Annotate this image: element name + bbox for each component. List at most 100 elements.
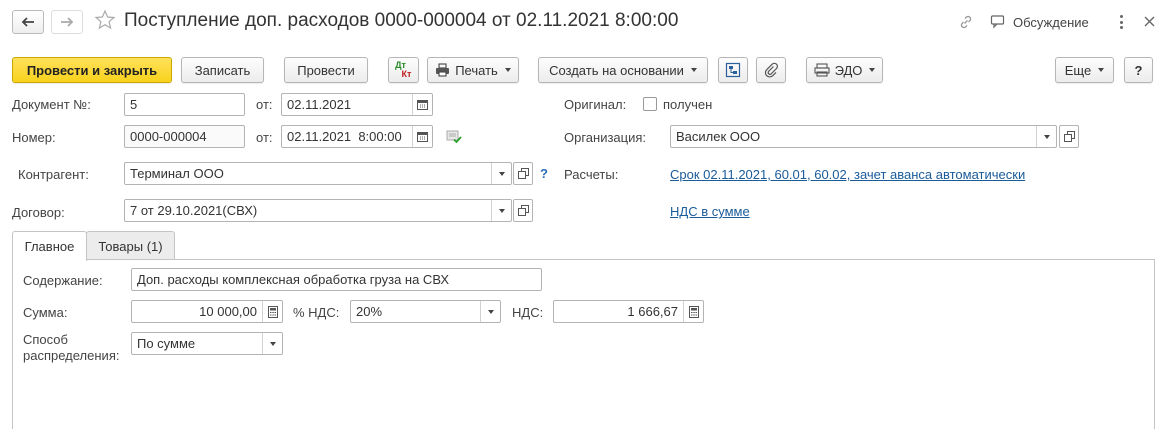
organization-label: Организация: [564,130,647,145]
number-field[interactable]: 0000-000004 [124,125,245,148]
vat-rate-label: % НДС: [293,305,340,320]
sum-label: Сумма: [23,305,68,320]
chevron-down-icon [1098,68,1105,72]
dt-kt-button[interactable]: Дт Кт [388,57,419,83]
edo-label: ЭДО [834,62,863,78]
post-button[interactable]: Провести [284,57,368,83]
contract-value: 7 от 29.10.2021(СВХ) [130,203,258,218]
counterparty-dropdown[interactable] [491,163,511,184]
discussion-button[interactable]: Обсуждение [990,14,1089,30]
close-icon[interactable] [1144,16,1155,27]
contract-label: Договор: [12,205,65,220]
edo-button[interactable]: ЭДО [806,57,883,83]
open-form-icon [1063,131,1075,142]
page-title: Поступление доп. расходов 0000-000004 от… [124,10,679,31]
create-based-on-button[interactable]: Создать на основании [538,57,708,83]
settlements-link[interactable]: Срок 02.11.2021, 60.01, 60.02, зачет ава… [670,167,1025,182]
attach-button[interactable] [756,57,786,83]
arrow-right-icon [61,17,74,27]
number-value: 0000-000004 [130,129,207,144]
print-button[interactable]: Печать [427,57,519,83]
more-button[interactable]: Еще [1055,57,1114,83]
document-number-value: 5 [130,97,138,112]
content-label: Содержание: [23,273,103,288]
vat-rate-field[interactable]: 20% [350,300,501,323]
organization-value: Василек ООО [676,129,761,144]
edo-icon [814,63,830,77]
help-button[interactable]: ? [1124,57,1153,83]
contract-field[interactable]: 7 от 29.10.2021(СВХ) [124,199,512,222]
calculator-icon[interactable] [262,301,282,322]
chevron-down-icon [504,68,511,72]
counterparty-label: Контрагент: [18,167,89,182]
calendar-icon[interactable] [412,94,432,115]
sum-field[interactable]: 10 000,00 [131,300,283,323]
received-checkbox[interactable] [643,97,657,111]
vat-value: 1 666,67 [627,304,678,319]
contract-open-button[interactable] [513,199,533,222]
tab-main[interactable]: Главное [12,231,87,261]
calendar-icon[interactable] [412,126,432,147]
counterparty-value: Терминал ООО [130,166,224,181]
organization-dropdown[interactable] [1036,126,1056,147]
distribution-method-value: По сумме [137,336,196,351]
tab-goods[interactable]: Товары (1) [86,231,175,260]
chat-icon [990,15,1005,29]
counterparty-open-button[interactable] [513,162,533,185]
chevron-down-icon [498,208,505,213]
arrow-left-icon [21,17,34,27]
open-form-icon [517,205,529,216]
document-date-field[interactable]: 02.11.2021 [281,93,433,116]
discussion-label: Обсуждение [1013,14,1089,30]
posted-document-icon[interactable] [446,130,462,144]
document-date-value: 02.11.2021 [287,97,352,112]
content-field[interactable]: Доп. расходы комплексная обработка груза… [131,268,542,291]
settlements-label: Расчеты: [564,167,619,182]
favorite-star-icon[interactable] [94,9,116,31]
original-label: Оригинал: [564,97,627,112]
number-datetime-field[interactable]: 02.11.2021 8:00:00 [281,125,433,148]
distribution-method-field[interactable]: По сумме [131,332,283,355]
save-button[interactable]: Записать [181,57,264,83]
number-label: Номер: [12,130,56,145]
document-date-label: от: [256,97,273,112]
document-number-label: Документ №: [12,97,91,112]
vat-in-amount-link[interactable]: НДС в сумме [670,204,750,219]
organization-open-button[interactable] [1059,125,1079,148]
chevron-down-icon [869,68,876,72]
distribution-method-label: Способ распределения: [23,332,119,364]
chevron-down-icon [690,68,697,72]
chevron-down-icon [487,309,494,314]
organization-field[interactable]: Василек ООО [670,125,1057,148]
vat-rate-dropdown[interactable] [480,301,500,322]
vat-rate-value: 20% [356,304,383,319]
distribution-method-label-line1: Способ [23,332,68,347]
open-form-icon [517,168,529,179]
structure-button[interactable] [718,57,748,83]
document-number-field[interactable]: 5 [124,93,245,116]
sum-value: 10 000,00 [199,304,257,319]
print-label: Печать [455,62,498,78]
counterparty-help-icon[interactable]: ? [540,166,548,181]
calculator-icon[interactable] [683,301,703,322]
vat-label: НДС: [512,305,544,320]
kebab-menu-icon[interactable] [1113,12,1129,32]
document-structure-icon [725,62,741,78]
chevron-down-icon [269,341,276,346]
contract-dropdown[interactable] [491,200,511,221]
post-and-close-button[interactable]: Провести и закрыть [12,57,172,83]
kt-label: Кт [401,69,412,79]
vat-field[interactable]: 1 666,67 [553,300,704,323]
received-label: получен [663,97,713,112]
forward-button[interactable] [51,10,83,34]
content-value: Доп. расходы комплексная обработка груза… [137,272,450,287]
link-icon[interactable] [958,14,974,30]
create-based-on-label: Создать на основании [549,62,684,78]
counterparty-field[interactable]: Терминал ООО [124,162,512,185]
distribution-method-dropdown[interactable] [262,333,282,354]
distribution-method-label-line2: распределения: [23,348,120,363]
printer-icon [436,63,450,77]
chevron-down-icon [498,171,505,176]
back-button[interactable] [12,10,44,34]
more-label: Еще [1064,62,1092,78]
